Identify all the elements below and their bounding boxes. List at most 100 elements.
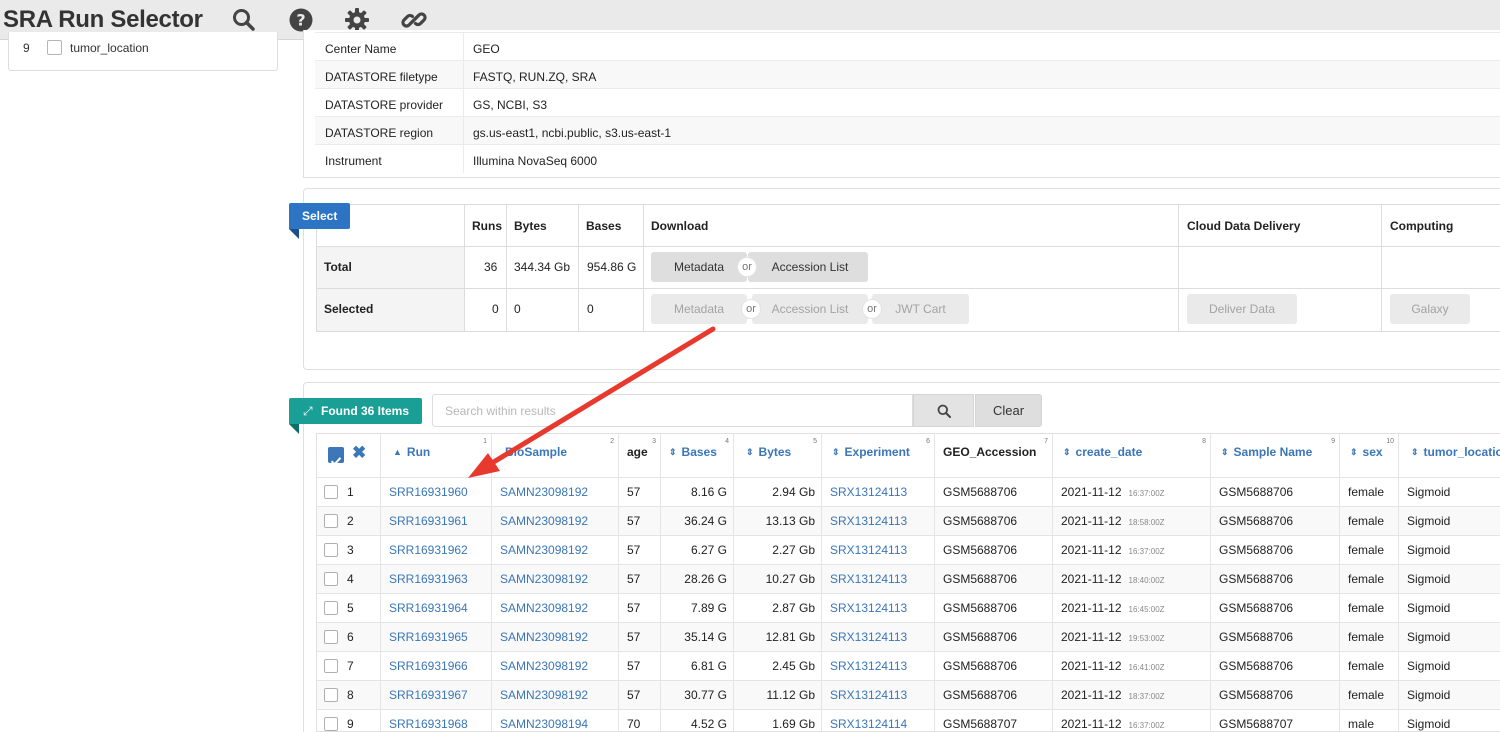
create-time: 19:53:00Z [1128,634,1165,643]
table-row[interactable]: 5 SRR16931964 SAMN23098192 57 7.89 G 2.87 Gb S… [317,593,1500,623]
biosample-link[interactable]: SAMN23098192 [492,594,619,623]
sample-name-cell: GSM5688706 [1211,594,1340,623]
run-link[interactable]: SRR16931962 [381,536,492,565]
row-number: 3 [347,543,354,557]
biosample-link[interactable]: SAMN23098192 [492,623,619,652]
column-header-biosample[interactable]: BioSample 2 [492,434,619,477]
sample-name-cell: GSM5688706 [1211,652,1340,681]
biosample-link[interactable]: SAMN23098192 [492,507,619,536]
metadata-row: Instrument Illumina NovaSeq 6000 [315,144,1500,173]
bases-cell: 30.77 G [661,681,734,710]
age-cell: 70 [619,710,661,731]
biosample-link[interactable]: SAMN23098192 [492,478,619,507]
clear-button[interactable]: Clear [975,394,1042,427]
column-header-experiment[interactable]: ⇕ Experiment 6 [822,434,935,477]
bases-cell: 35.14 G [661,623,734,652]
bases-cell: 28.26 G [661,565,734,594]
row-checkbox[interactable] [324,543,338,557]
row-checkbox[interactable] [324,630,338,644]
facet-checkbox[interactable] [47,40,62,55]
run-link[interactable]: SRR16931965 [381,623,492,652]
selected-metadata-button[interactable]: Metadata [651,294,747,324]
metadata-key: DATASTORE region [325,126,434,140]
metadata-row: DATASTORE filetype FASTQ, RUN.ZQ, SRA [315,60,1500,89]
clear-selection-icon[interactable]: ✖ [352,434,366,471]
table-row[interactable]: 2 SRR16931961 SAMN23098192 57 36.24 G 13.13 G… [317,506,1500,536]
run-link[interactable]: SRR16931968 [381,710,492,731]
search-results-input[interactable] [432,394,913,427]
column-header-tumor-location[interactable]: ⇕tumor_location [1399,434,1500,477]
sex-cell: female [1340,681,1399,710]
column-header-sex[interactable]: ⇕ sex 10 [1340,434,1399,477]
search-icon[interactable] [230,6,258,34]
table-row[interactable]: 7 SRR16931966 SAMN23098192 57 6.81 G 2.45 Gb S… [317,651,1500,681]
metadata-key: DATASTORE provider [325,98,444,112]
select-all-checkbox[interactable] [328,447,344,466]
create-time: 18:58:00Z [1128,518,1165,527]
sample-name-cell: GSM5688706 [1211,681,1340,710]
row-checkbox[interactable] [324,572,338,586]
metadata-value: gs.us-east1, ncbi.public, s3.us-east-1 [473,126,672,140]
table-row[interactable]: 1 SRR16931960 SAMN23098192 57 8.16 G 2.94 Gb S… [317,477,1500,507]
selected-accession-list-button[interactable]: Accession List [752,294,868,324]
table-row[interactable]: 6 SRR16931965 SAMN23098192 57 35.14 G 12.81 G… [317,622,1500,652]
galaxy-button[interactable]: Galaxy [1390,294,1470,324]
facet-number: 9 [23,41,30,55]
experiment-link[interactable]: SRX13124113 [822,681,935,710]
age-cell: 57 [619,565,661,594]
deliver-data-button[interactable]: Deliver Data [1187,294,1297,324]
sex-cell: female [1340,594,1399,623]
total-accession-list-button[interactable]: Accession List [748,252,868,282]
age-cell: 57 [619,507,661,536]
experiment-link[interactable]: SRX13124113 [822,623,935,652]
bytes-cell: 2.45 Gb [734,652,822,681]
bases-cell: 4.52 G [661,710,734,731]
column-header-bases[interactable]: ⇕ Bases 4 [661,434,734,477]
experiment-link[interactable]: SRX13124113 [822,652,935,681]
row-checkbox[interactable] [324,688,338,702]
column-header-geo-accession[interactable]: GEO_Accession 7 [935,434,1053,477]
run-link[interactable]: SRR16931966 [381,652,492,681]
column-header-age[interactable]: age 3 [619,434,661,477]
run-link[interactable]: SRR16931967 [381,681,492,710]
age-cell: 57 [619,623,661,652]
row-checkbox[interactable] [324,717,338,731]
run-link[interactable]: SRR16931960 [381,478,492,507]
row-number: 9 [347,717,354,731]
metadata-value: Illumina NovaSeq 6000 [473,154,598,168]
row-checkbox[interactable] [324,659,338,673]
run-link[interactable]: SRR16931964 [381,594,492,623]
biosample-link[interactable]: SAMN23098194 [492,710,619,731]
biosample-link[interactable]: SAMN23098192 [492,652,619,681]
total-runs: 36 [484,260,498,274]
experiment-link[interactable]: SRX13124113 [822,594,935,623]
column-header-sample-name[interactable]: ⇕ Sample Name 9 [1211,434,1340,477]
search-results-button[interactable] [913,394,974,427]
column-header-bytes[interactable]: ⇕ Bytes 5 [734,434,822,477]
row-checkbox[interactable] [324,514,338,528]
biosample-link[interactable]: SAMN23098192 [492,565,619,594]
run-link[interactable]: SRR16931961 [381,507,492,536]
table-row[interactable]: 8 SRR16931967 SAMN23098192 57 30.77 G 11.12 G… [317,680,1500,710]
biosample-link[interactable]: SAMN23098192 [492,681,619,710]
experiment-link[interactable]: SRX13124113 [822,507,935,536]
run-link[interactable]: SRR16931963 [381,565,492,594]
row-checkbox[interactable] [324,485,338,499]
experiment-link[interactable]: SRX13124113 [822,565,935,594]
selected-bytes: 0 [514,302,521,316]
column-header-create-date[interactable]: ⇕ create_date 8 [1053,434,1211,477]
geo-accession-cell: GSM5688706 [935,507,1053,536]
download-header: Download [651,219,709,233]
table-row[interactable]: 9 SRR16931968 SAMN23098194 70 4.52 G 1.69 Gb S… [317,709,1500,731]
experiment-link[interactable]: SRX13124113 [822,536,935,565]
search-icon [937,404,951,418]
column-header-run[interactable]: ▲ Run 1 [381,434,492,477]
row-checkbox[interactable] [324,601,338,615]
table-row[interactable]: 3 SRR16931962 SAMN23098192 57 6.27 G 2.27 Gb S… [317,535,1500,565]
experiment-link[interactable]: SRX13124113 [822,478,935,507]
total-metadata-button[interactable]: Metadata [651,252,747,282]
biosample-link[interactable]: SAMN23098192 [492,536,619,565]
jwt-cart-button[interactable]: JWT Cart [872,294,969,324]
experiment-link[interactable]: SRX13124114 [822,710,935,731]
table-row[interactable]: 4 SRR16931963 SAMN23098192 57 28.26 G 10.27 G… [317,564,1500,594]
